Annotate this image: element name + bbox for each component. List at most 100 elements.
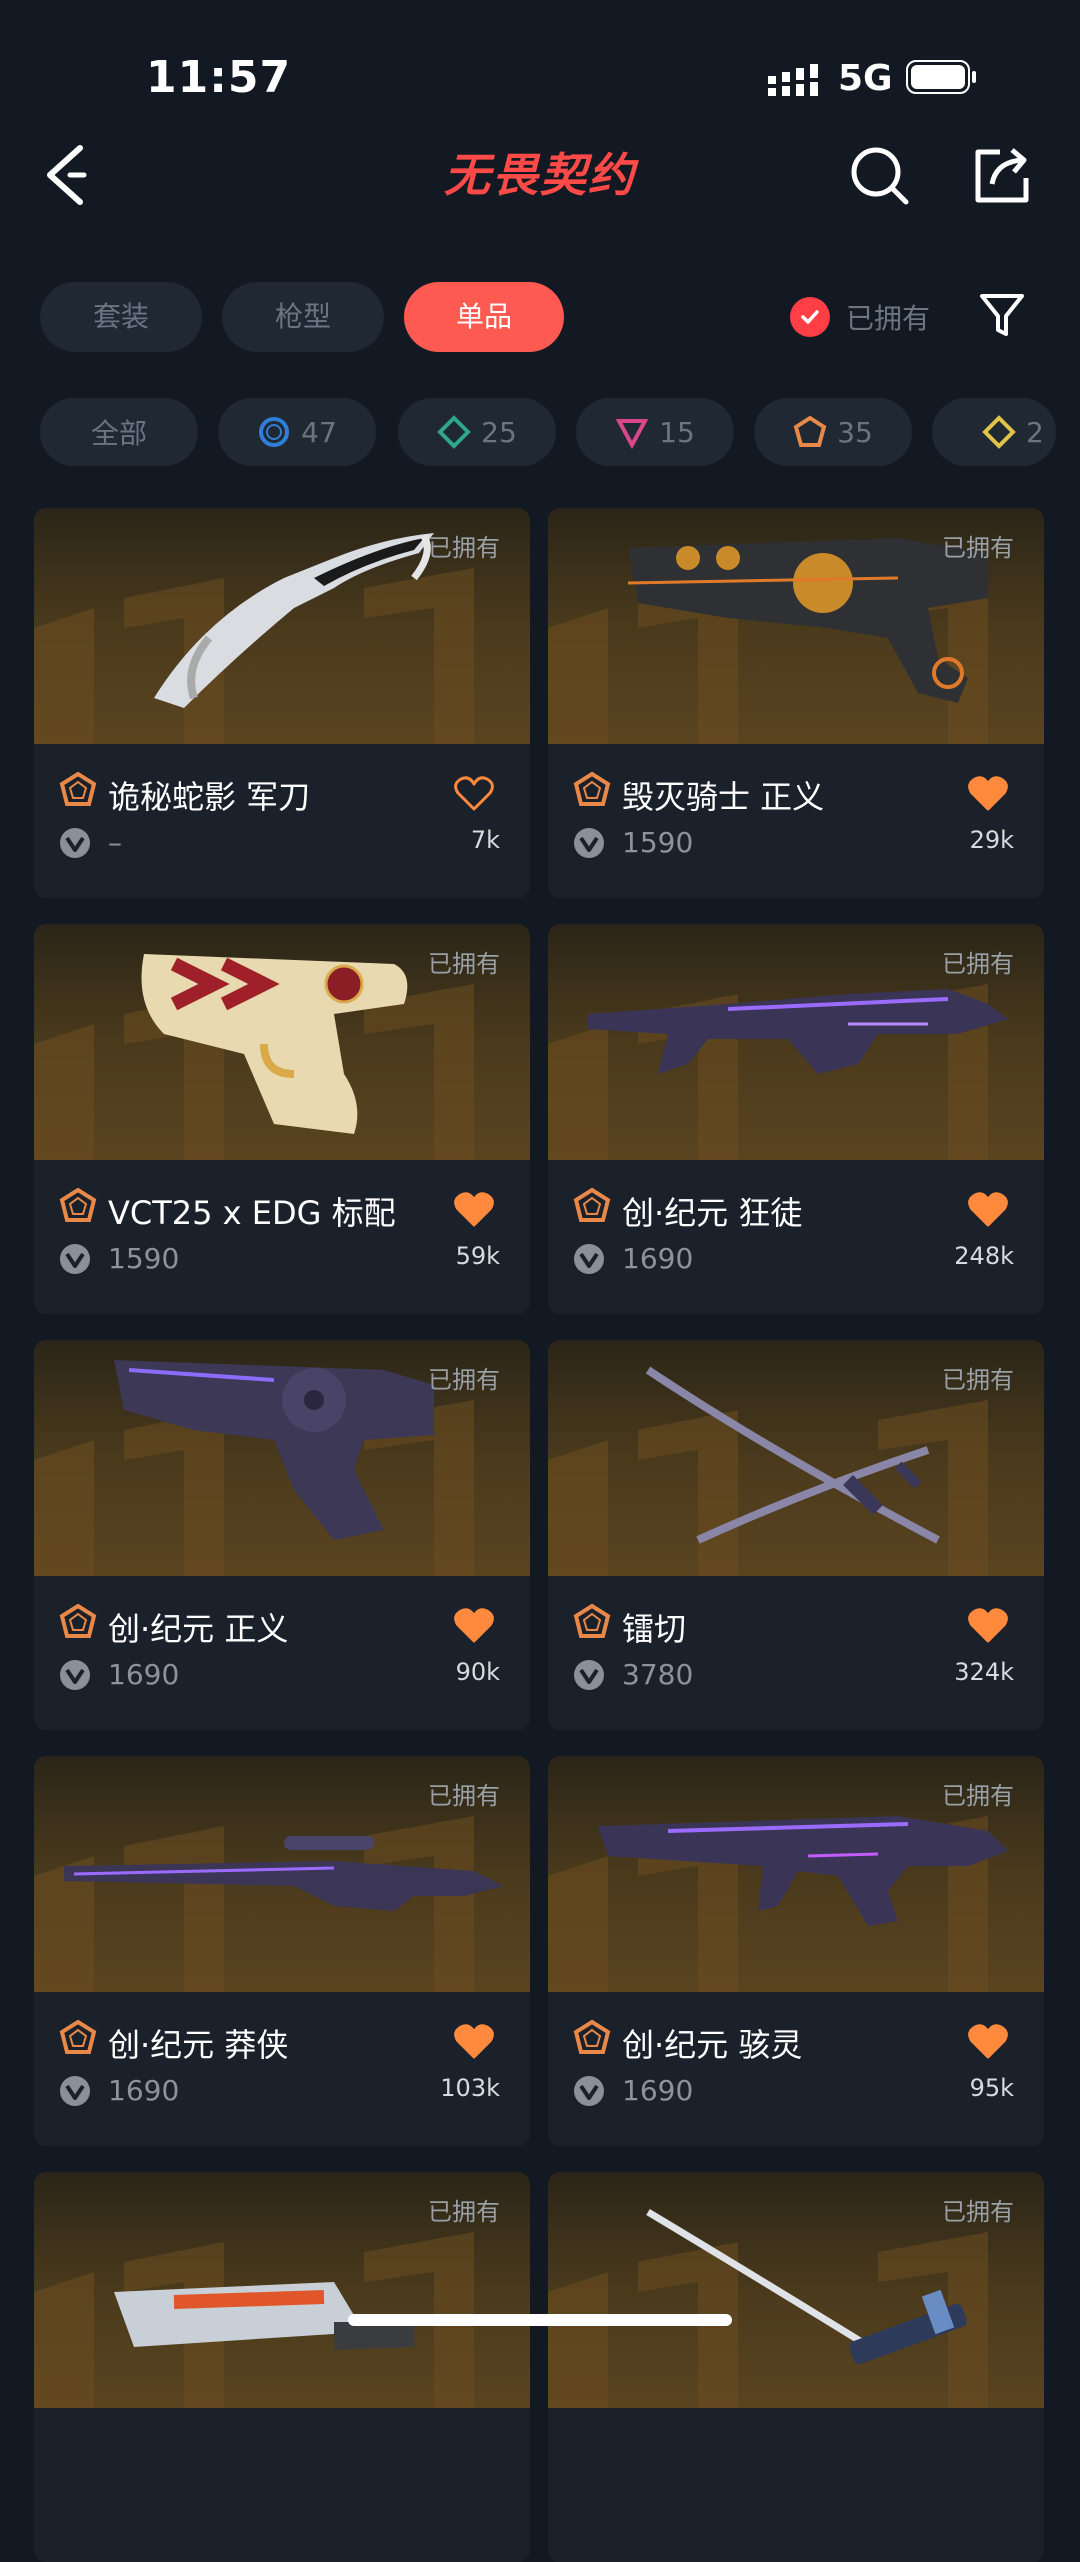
item-image: 已拥有 [34, 1756, 530, 1992]
owned-tag: 已拥有 [942, 534, 1014, 562]
item-image: 已拥有 [548, 1756, 1044, 1992]
heart-icon[interactable] [968, 1192, 1008, 1228]
item-price: 1690 [108, 1658, 180, 1691]
home-indicator [348, 2314, 732, 2326]
tab-bundles[interactable]: 套装 [40, 282, 202, 352]
tier-icon [573, 771, 611, 806]
chip-tier-orange[interactable]: 35 [754, 398, 912, 466]
filter-icon[interactable] [978, 290, 1026, 340]
tab-weapon-type[interactable]: 枪型 [222, 282, 384, 352]
chip-tier-gold[interactable]: 2 [932, 398, 1056, 466]
orange-tier-icon [793, 415, 827, 447]
gold-tier-icon [982, 415, 1016, 449]
tier-icon [573, 1603, 611, 1638]
owned-filter-toggle[interactable]: 已拥有 [790, 292, 930, 342]
back-button[interactable] [40, 140, 100, 210]
item-name: 创·纪元 正义 [108, 1610, 289, 1648]
owned-tag: 已拥有 [428, 1366, 500, 1394]
owned-tag: 已拥有 [428, 2198, 500, 2226]
check-icon [790, 297, 830, 337]
tab-items[interactable]: 单品 [404, 282, 564, 352]
item-name: 创·纪元 骇灵 [622, 2026, 803, 2064]
item-price: 1690 [622, 2074, 694, 2107]
item-image: 已拥有 [548, 508, 1044, 744]
chip-tier-teal[interactable]: 25 [398, 398, 556, 466]
item-card[interactable]: 已拥有 [548, 2172, 1044, 2562]
blue-tier-icon [259, 417, 290, 447]
owned-tag: 已拥有 [428, 950, 500, 978]
item-price: 1690 [108, 2074, 180, 2107]
owned-tag: 已拥有 [428, 534, 500, 562]
item-card[interactable]: 已拥有 诡秘蛇影 军刀 – 7k [34, 508, 530, 898]
item-price: 1590 [108, 1242, 180, 1275]
vp-currency-icon [574, 1660, 604, 1690]
chip-count: 47 [301, 415, 337, 449]
chip-count: 15 [659, 415, 695, 449]
item-name: 毁灭骑士 正义 [622, 778, 825, 816]
item-card[interactable]: 已拥有 创·纪元 狂徒 1690 248k [548, 924, 1044, 1314]
like-count: 103k [440, 2074, 500, 2102]
like-count: 7k [470, 826, 500, 854]
chip-all[interactable]: 全部 [40, 398, 198, 466]
item-price: 3780 [622, 1658, 694, 1691]
item-card[interactable]: 已拥有 毁灭骑士 正义 1590 29k [548, 508, 1044, 898]
like-count: 90k [455, 1658, 500, 1686]
heart-icon[interactable] [968, 776, 1008, 812]
pink-tier-icon [615, 419, 649, 449]
item-name: VCT25 x EDG 标配 [108, 1194, 396, 1232]
chip-tier-pink[interactable]: 15 [576, 398, 734, 466]
signal-icon [768, 64, 818, 96]
heart-icon[interactable] [454, 2024, 494, 2060]
owned-tag: 已拥有 [942, 950, 1014, 978]
like-count: 59k [455, 1242, 500, 1270]
item-card[interactable]: 已拥有 创·纪元 正义 1690 90k [34, 1340, 530, 1730]
item-card[interactable]: 已拥有 VCT25 x EDG 标配 1590 59k [34, 924, 530, 1314]
item-image: 已拥有 [34, 2172, 530, 2408]
chip-label: 全部 [90, 417, 147, 450]
item-price: – [108, 826, 122, 859]
chip-count: 2 [1026, 415, 1044, 449]
tier-icon [573, 2019, 611, 2054]
clock: 11:57 [146, 52, 292, 103]
chip-tier-blue[interactable]: 47 [218, 398, 376, 466]
item-price: 1690 [622, 1242, 694, 1275]
tier-icon [59, 1603, 97, 1638]
share-icon[interactable] [970, 144, 1034, 208]
network-type: 5G [838, 58, 893, 99]
like-count: 95k [969, 2074, 1014, 2102]
vp-currency-icon [60, 1244, 90, 1274]
battery-icon [906, 60, 976, 94]
like-count: 29k [969, 826, 1014, 854]
item-card[interactable]: 已拥有 创·纪元 莽侠 1690 103k [34, 1756, 530, 2146]
heart-icon[interactable] [968, 2024, 1008, 2060]
owned-filter-label: 已拥有 [846, 302, 931, 335]
item-image: 已拥有 [548, 1340, 1044, 1576]
item-name: 创·纪元 狂徒 [622, 1194, 803, 1232]
vp-currency-icon [60, 1660, 90, 1690]
like-count: 324k [954, 1658, 1014, 1686]
item-card[interactable]: 已拥有 创·纪元 骇灵 1690 95k [548, 1756, 1044, 2146]
item-name: 创·纪元 莽侠 [108, 2026, 289, 2064]
heart-icon[interactable] [968, 1608, 1008, 1644]
heart-icon[interactable] [454, 1608, 494, 1644]
chip-count: 35 [837, 415, 873, 449]
vp-currency-icon [60, 2076, 90, 2106]
vp-currency-icon [60, 828, 90, 858]
heart-icon[interactable] [454, 1192, 494, 1228]
tier-icon [59, 2019, 97, 2054]
item-image: 已拥有 [34, 1340, 530, 1576]
vp-currency-icon [574, 828, 604, 858]
item-name: 镭切 [622, 1610, 687, 1648]
heart-icon[interactable] [454, 776, 494, 812]
owned-tag: 已拥有 [428, 1782, 500, 1810]
page-title-logo: 无畏契约 [444, 148, 636, 202]
item-card[interactable]: 已拥有 [34, 2172, 530, 2562]
item-card[interactable]: 已拥有 镭切 3780 324k [548, 1340, 1044, 1730]
vp-currency-icon [574, 2076, 604, 2106]
tier-icon [573, 1187, 611, 1222]
owned-tag: 已拥有 [942, 2198, 1014, 2226]
vp-currency-icon [574, 1244, 604, 1274]
owned-tag: 已拥有 [942, 1366, 1014, 1394]
search-icon[interactable] [848, 144, 912, 208]
tier-icon [59, 771, 97, 806]
